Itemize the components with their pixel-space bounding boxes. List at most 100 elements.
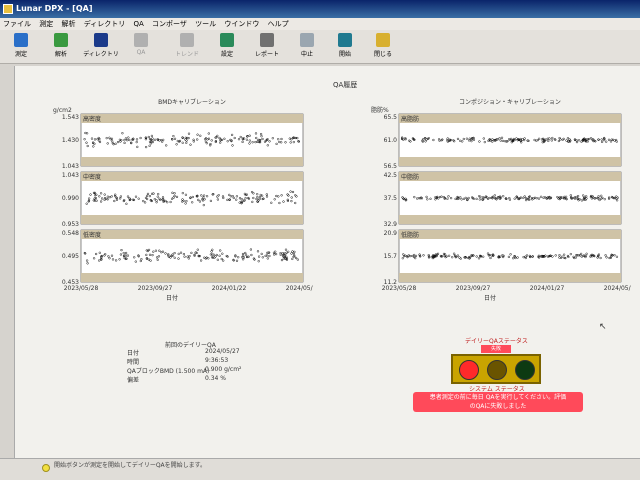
- panel-label: 高密度: [83, 115, 101, 123]
- panel-label: 中脂肪: [401, 173, 419, 181]
- status-bar: 開始ボタンが測定を開始してデイリーQAを開始します。: [0, 458, 640, 480]
- menu-analysis[interactable]: 解析: [58, 18, 78, 30]
- calibration-panel: 高密度 1.543 1.430 1.043: [62, 113, 304, 170]
- panel-header-band: [81, 230, 303, 239]
- panel-footer-band: [399, 273, 621, 282]
- daily-qa-status-title: デイリーQAステータス: [465, 338, 528, 345]
- menu-composer[interactable]: コンポーザ: [149, 18, 190, 30]
- window-title: Lunar DPX - [QA]: [16, 4, 93, 13]
- y-tick-label: 0.495: [62, 253, 79, 260]
- last-qa-deviation-value: 0.34 %: [205, 375, 226, 382]
- panel-header-band: [399, 114, 621, 123]
- last-qa-time-label: 時間: [127, 359, 140, 366]
- y-tick-label: 37.5: [384, 195, 398, 202]
- chart-title: コンポジション・キャリブレーション: [459, 98, 561, 106]
- calibration-panel: 中脂肪42.5 37.5 32.9: [384, 171, 622, 228]
- x-tick-label: 2023/09/27: [456, 285, 491, 292]
- stop-button[interactable]: 中止: [288, 33, 326, 61]
- bmd-calibration-chart: BMDキャリブレーション g/cm2 高密度 1.543 1.430 1.043 中密度 1.…: [53, 98, 313, 302]
- trend-button[interactable]: トレンド: [168, 33, 206, 61]
- y-tick-label: 0.548: [62, 230, 79, 237]
- y-tick-label: 0.990: [62, 195, 79, 202]
- report-button[interactable]: レポート: [248, 33, 286, 61]
- y-unit-label: g/cm2: [53, 107, 72, 114]
- yellow-lamp: [487, 360, 507, 380]
- close-icon: [376, 33, 390, 47]
- last-qa-time-value: 9:36:53: [205, 357, 229, 364]
- page-title: QA履歴: [333, 81, 358, 89]
- menu-measure[interactable]: 測定: [36, 18, 56, 30]
- red-lamp: [459, 360, 479, 380]
- menu-window[interactable]: ウインドウ: [221, 18, 262, 30]
- stop-icon: [300, 33, 314, 47]
- start-button[interactable]: 開始: [326, 33, 364, 61]
- last-qa-date-value: 2024/05/27: [205, 348, 240, 355]
- mouse-cursor-icon: ↖: [599, 322, 607, 332]
- x-tick-label: 2024/01/22: [212, 285, 247, 292]
- x-tick-label: 2024/01/27: [530, 285, 565, 292]
- y-tick-label: 42.5: [384, 172, 398, 179]
- traffic-light: [451, 354, 541, 384]
- y-tick-label: 1.430: [62, 137, 79, 144]
- panel-footer-band: [399, 157, 621, 166]
- panel-footer-band: [81, 157, 303, 166]
- y-tick-label: 65.5: [384, 114, 398, 121]
- y-tick-label: 15.7: [384, 253, 398, 260]
- screen: Lunar DPX - [QA] ファイル 測定 解析 ディレクトリ QA コン…: [0, 0, 640, 480]
- menu-file[interactable]: ファイル: [0, 18, 34, 30]
- panel-label: 高脂肪: [401, 115, 419, 123]
- y-tick-label: 20.9: [384, 230, 398, 237]
- composition-calibration-chart: コンポジション・キャリブレーション脂肪% 高脂肪65.5 61.0 56.5中脂肪42…: [371, 98, 631, 302]
- menu-bar: ファイル 測定 解析 ディレクトリ QA コンポーザ ツール ウインドウ ヘルプ: [0, 18, 640, 30]
- y-tick-label: 32.9: [384, 221, 398, 228]
- panel-header-band: [399, 172, 621, 181]
- y-tick-label: 1.043: [62, 172, 79, 179]
- calibration-panel: 高脂肪65.5 61.0 56.5: [384, 113, 622, 170]
- x-tick-label: 2024/05/28: [286, 285, 313, 292]
- x-tick-label: 2023/09/27: [138, 285, 173, 292]
- settings-icon: [220, 33, 234, 47]
- panel-label: 低脂肪: [401, 231, 419, 239]
- start-icon: [338, 33, 352, 47]
- lightbulb-icon: [42, 464, 50, 472]
- qa-icon: [134, 33, 148, 47]
- close-button[interactable]: 閉じる: [364, 33, 402, 61]
- panel-footer-band: [81, 273, 303, 282]
- menu-qa[interactable]: QA: [130, 18, 146, 30]
- directory-button[interactable]: ディレクトリ: [82, 33, 120, 61]
- analysis-button[interactable]: 解析: [42, 33, 80, 61]
- y-tick-label: 56.5: [384, 163, 398, 170]
- panel-header-band: [81, 172, 303, 181]
- last-qa-date-label: 日付: [127, 350, 140, 357]
- panel-footer-band: [399, 215, 621, 224]
- report-icon: [260, 33, 274, 47]
- calibration-panel: 低密度0.5480.4950.453: [62, 229, 304, 286]
- qa-failure-message-line1: 患者測定の前に毎日 QAを実行してください。評価: [429, 394, 567, 401]
- toolbar: 測定 解析 ディレクトリ QA トレンド 設定 レポート 中止 開始 閉じる: [0, 30, 640, 64]
- menu-directory[interactable]: ディレクトリ: [81, 18, 129, 30]
- trend-icon: [180, 33, 194, 47]
- x-tick-label: 2023/05/28: [382, 285, 417, 292]
- panel-header-band: [81, 114, 303, 123]
- directory-icon: [94, 33, 108, 47]
- y-tick-label: 1.543: [62, 114, 79, 121]
- title-bar: Lunar DPX - [QA]: [0, 0, 640, 18]
- y-tick-label: 1.043: [62, 163, 79, 170]
- x-axis-label: 日付: [166, 294, 178, 302]
- measure-button[interactable]: 測定: [2, 33, 40, 61]
- menu-tools[interactable]: ツール: [192, 18, 219, 30]
- qa-button[interactable]: QA: [122, 33, 160, 61]
- last-qa-deviation-label: 偏差: [127, 377, 140, 384]
- measure-icon: [14, 33, 28, 47]
- x-axis-label: 日付: [484, 294, 496, 302]
- qa-history-panel: QA履歴 BMDキャリブレーション g/cm2 高密度 1.543 1.430 1.043…: [14, 66, 640, 460]
- analysis-icon: [54, 33, 68, 47]
- settings-button[interactable]: 設定: [208, 33, 246, 61]
- panel-label: 低密度: [83, 231, 101, 239]
- calibration-panel: 低脂肪20.915.711.2: [384, 229, 622, 286]
- y-tick-label: 0.953: [62, 221, 79, 228]
- x-tick-label: 2024/05/28: [604, 285, 631, 292]
- panel-label: 中密度: [83, 173, 101, 181]
- menu-help[interactable]: ヘルプ: [265, 18, 292, 30]
- qa-failure-message-line2: のQAに失敗しました: [469, 403, 527, 410]
